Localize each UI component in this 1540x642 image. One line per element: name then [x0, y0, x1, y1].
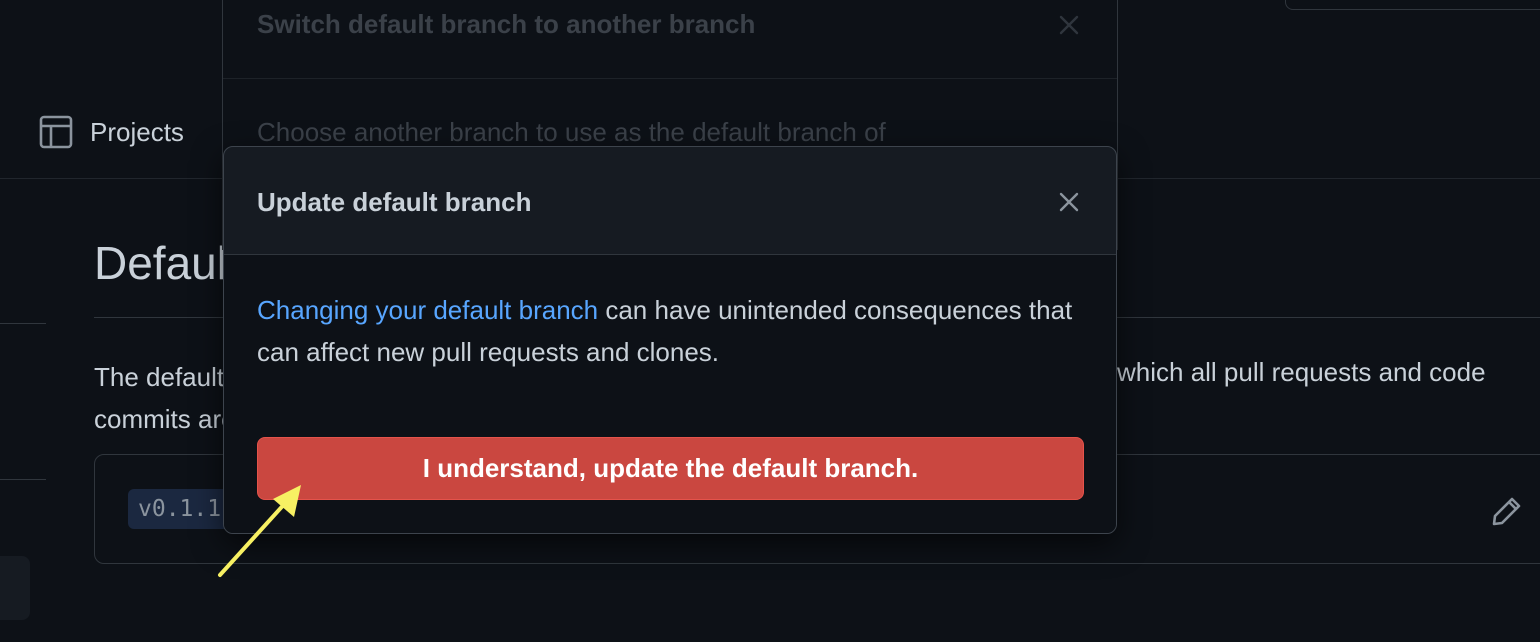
section-description: The default branch is considered the “ba…: [94, 356, 224, 440]
table-icon: [39, 115, 73, 149]
dialog-body: Changing your default branch can have un…: [224, 255, 1116, 405]
dialog-header: Update default branch: [224, 147, 1116, 255]
switch-branch-dialog-body: Choose another branch to use as the defa…: [257, 117, 886, 147]
dialog-title: Update default branch: [257, 187, 532, 217]
confirm-update-branch-button[interactable]: I understand, update the default branch.: [257, 437, 1084, 500]
close-icon: [1059, 15, 1079, 35]
tab-projects[interactable]: Projects: [38, 114, 184, 150]
screen: Projects Default branch The default bran…: [0, 0, 1540, 642]
sidebar-item-selected[interactable]: [0, 556, 30, 620]
pencil-icon[interactable]: [1490, 494, 1524, 528]
top-right-control[interactable]: [1285, 0, 1540, 10]
description-line: commits are automatically made, unless y…: [94, 404, 224, 434]
close-icon: [1059, 192, 1079, 212]
sidebar-divider: [0, 323, 46, 324]
tab-projects-label: Projects: [90, 116, 184, 147]
annotation-arrow-icon: [218, 485, 301, 577]
section-heading: Default branch: [94, 240, 224, 286]
switch-branch-dialog-divider: [223, 78, 1117, 79]
section-description-visible: which all pull requests and code: [1117, 357, 1486, 387]
dialog-footer: I understand, update the default branch.: [224, 405, 1116, 533]
changing-default-branch-link[interactable]: Changing your default branch: [257, 295, 598, 325]
update-default-branch-dialog: Update default branch Changing your defa…: [223, 146, 1117, 534]
switch-branch-dialog-title: Switch default branch to another branch: [257, 9, 756, 39]
close-button[interactable]: [1052, 185, 1086, 219]
sidebar-divider: [0, 479, 46, 480]
dialog-message: Changing your default branch can have un…: [257, 289, 1077, 373]
description-line: The default branch is considered the “ba…: [94, 362, 224, 392]
